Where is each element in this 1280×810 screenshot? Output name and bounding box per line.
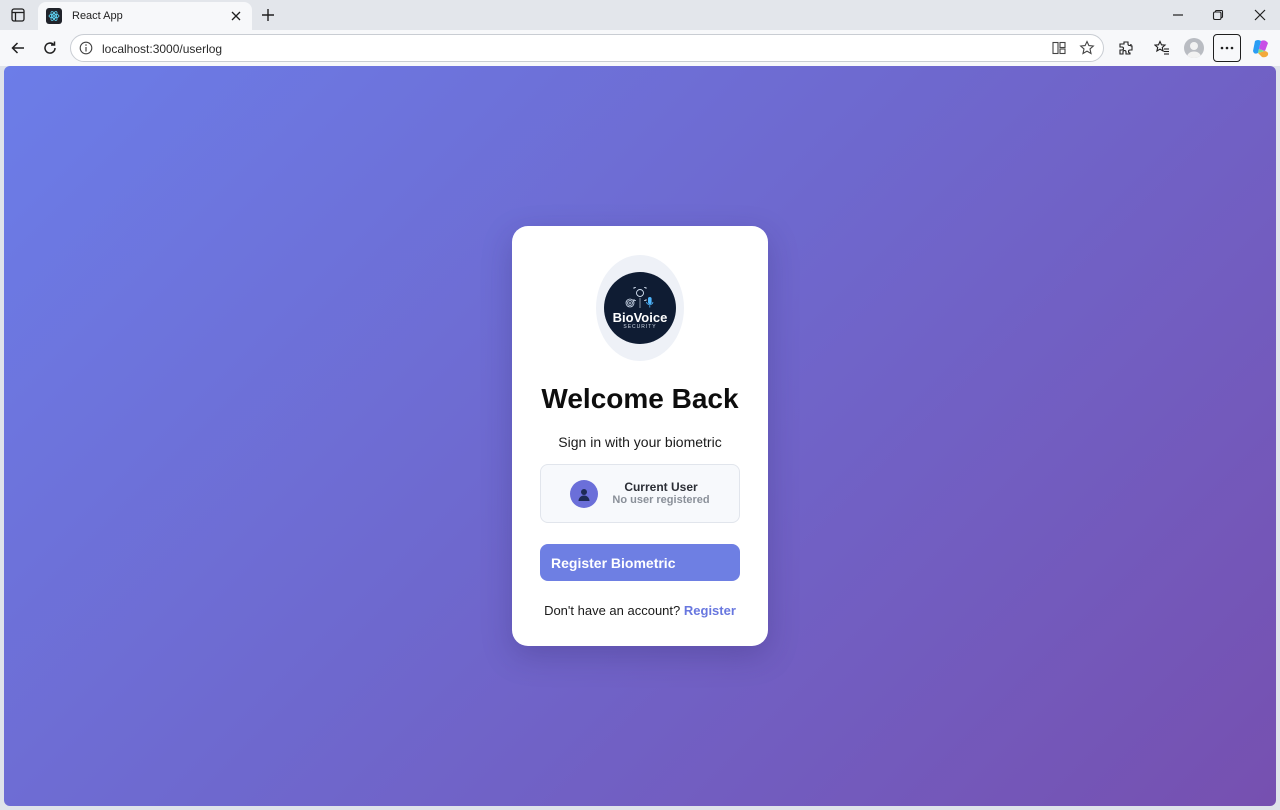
react-favicon-icon xyxy=(46,8,62,24)
reader-view-icon[interactable] xyxy=(1051,40,1067,56)
profile-avatar-icon[interactable] xyxy=(1184,38,1204,58)
settings-menu-icon[interactable] xyxy=(1213,34,1241,62)
register-prompt: Don't have an account? Register xyxy=(512,603,768,618)
site-info-icon[interactable] xyxy=(79,41,93,55)
back-icon[interactable] xyxy=(6,36,30,60)
logo-tagline: SECURITY xyxy=(623,323,657,330)
page-subtitle: Sign in with your biometric xyxy=(558,434,722,450)
register-link[interactable]: Register xyxy=(684,603,736,618)
user-avatar-icon xyxy=(570,480,598,508)
page-viewport: BioVoice SECURITY Welcome Back Sign in w… xyxy=(4,66,1276,806)
page-title: Welcome Back xyxy=(541,383,739,414)
register-prompt-text: Don't have an account? xyxy=(544,603,681,618)
address-bar[interactable]: localhost:3000/userlog xyxy=(70,34,1104,62)
current-user-panel: Current User No user registered xyxy=(540,464,740,523)
logo-name: BioVoice xyxy=(612,309,668,325)
extensions-icon[interactable] xyxy=(1114,36,1138,60)
favorite-star-icon[interactable] xyxy=(1079,40,1095,56)
new-tab-icon[interactable] xyxy=(258,5,278,25)
tab-title: React App xyxy=(72,10,123,22)
login-card: BioVoice SECURITY Welcome Back Sign in w… xyxy=(512,226,768,646)
favorites-icon[interactable] xyxy=(1150,36,1174,60)
current-user-status: No user registered xyxy=(612,494,710,506)
biometric-glyphs-icon xyxy=(625,286,654,308)
copilot-icon[interactable] xyxy=(1250,37,1272,59)
browser-tab[interactable]: React App xyxy=(38,2,252,30)
tab-actions-icon[interactable] xyxy=(8,6,28,24)
close-window-icon[interactable] xyxy=(1246,5,1274,25)
refresh-icon[interactable] xyxy=(38,36,62,60)
close-tab-icon[interactable] xyxy=(228,8,244,24)
current-user-label: Current User xyxy=(624,480,698,494)
minimize-icon[interactable] xyxy=(1164,5,1192,25)
url-text: localhost:3000/userlog xyxy=(102,42,223,56)
tab-strip: React App xyxy=(0,0,1280,30)
browser-toolbar: localhost:3000/userlog xyxy=(0,30,1280,66)
biovoice-logo: BioVoice SECURITY xyxy=(604,272,676,344)
register-biometric-button[interactable]: Register Biometric xyxy=(540,544,740,581)
logo-container: BioVoice SECURITY xyxy=(596,255,684,361)
restore-icon[interactable] xyxy=(1204,5,1232,25)
